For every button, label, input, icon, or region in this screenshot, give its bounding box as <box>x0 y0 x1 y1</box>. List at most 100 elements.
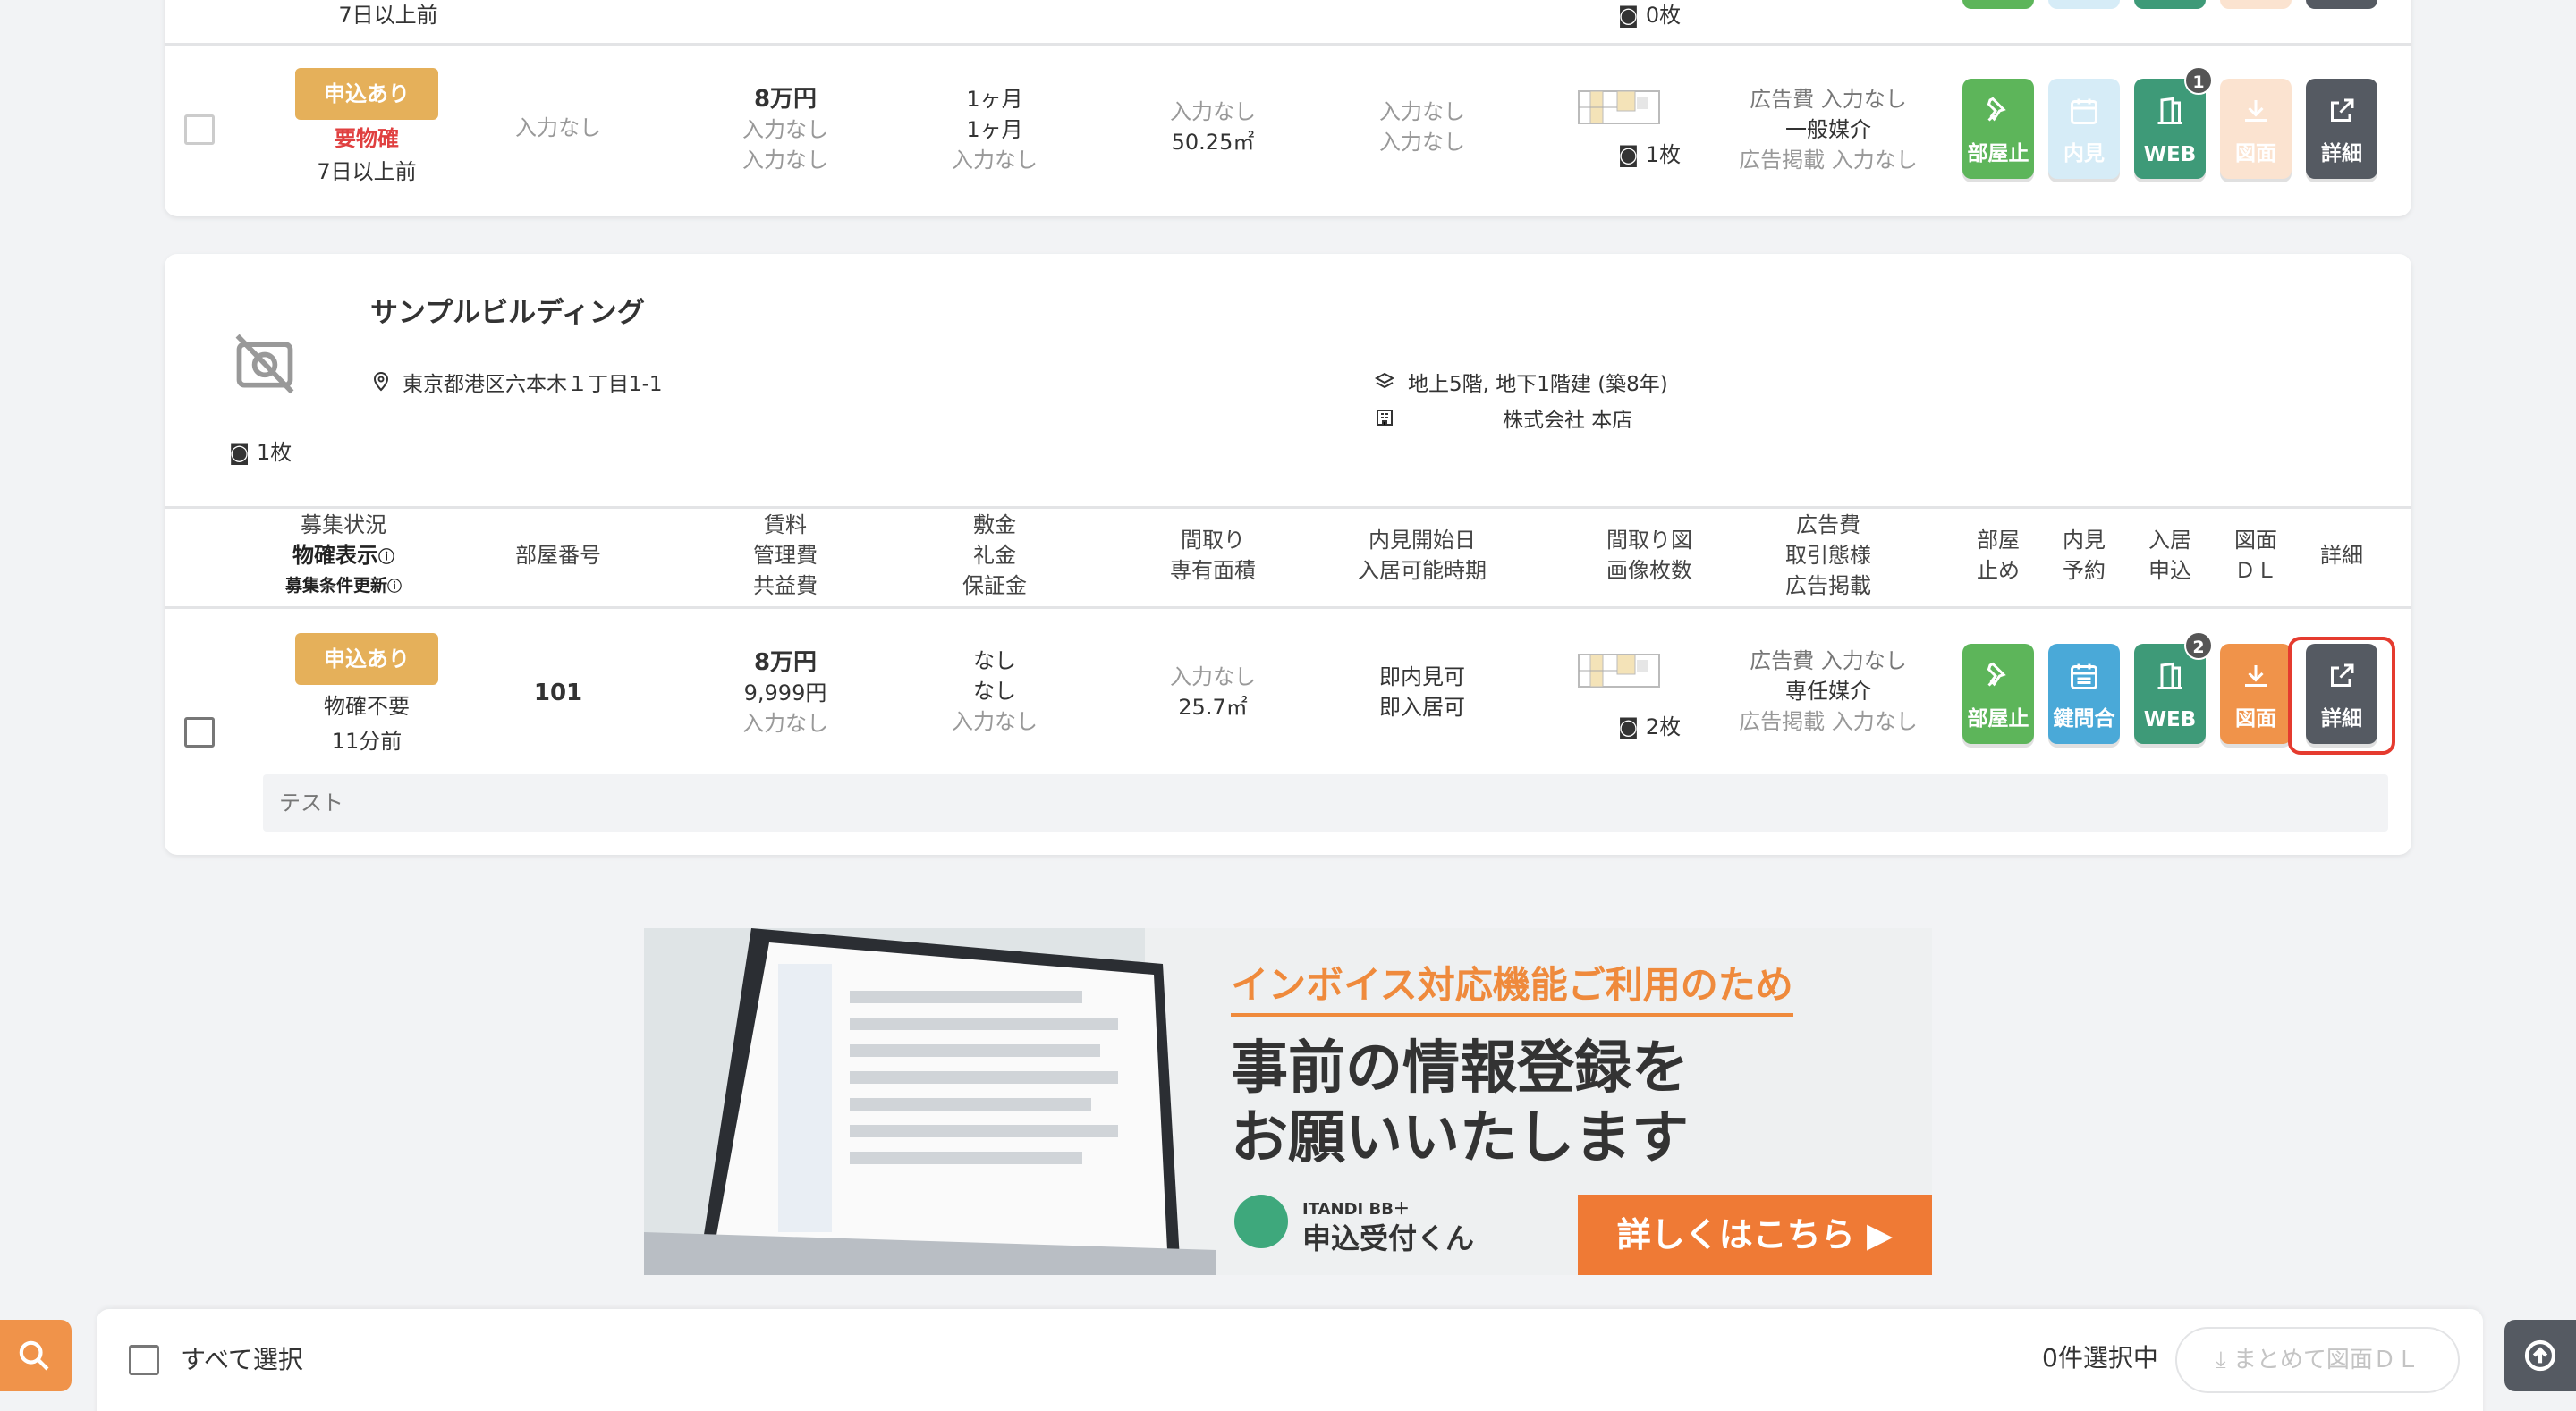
banner-brand: 申込受付くん <box>1302 1221 1475 1255</box>
search-button[interactable] <box>0 1320 72 1391</box>
header-view-reserve: 内見 予約 <box>2048 525 2120 586</box>
camera-icon: ◙ <box>1617 714 1640 739</box>
area-value: 25.7㎡ <box>1178 695 1248 720</box>
plan-label: 図面 <box>2235 707 2276 731</box>
partial-photo-count: ◙ 0枚 <box>1578 0 1721 30</box>
key-inquiry-button[interactable]: 鍵問合 <box>2048 644 2120 744</box>
status-badge: 申込あり <box>295 68 438 120</box>
viewing-reserve-button[interactable]: 内見 <box>2048 79 2120 179</box>
rent-value: 8万円 <box>753 649 818 676</box>
management-fee: 入力なし <box>742 117 828 142</box>
selected-count: 0件選択中 <box>2042 1343 2158 1373</box>
pin-icon <box>1987 97 2006 122</box>
room-note: テスト <box>263 774 2388 832</box>
invoice-banner[interactable]: インボイス対応機能ご利用のため 事前の情報登録を お願いいたします ITANDI… <box>644 928 1932 1275</box>
common-fee: 入力なし <box>742 148 828 173</box>
building-photo-count: ◙ 1枚 <box>229 435 292 466</box>
floor-plan-thumbnail[interactable] <box>1578 651 1660 690</box>
plan-download-button[interactable]: 図面 <box>2220 79 2292 179</box>
building-name[interactable]: サンプルビルディング <box>370 290 645 330</box>
viewing-cell: 入力なし 入力なし <box>1324 97 1521 157</box>
download-icon <box>2245 100 2267 122</box>
header-drawing: 図面 ＤＬ <box>2220 525 2292 586</box>
detail-highlight <box>2288 637 2395 755</box>
move-in: 入力なし <box>1379 130 1465 155</box>
table-header-divider <box>165 606 2411 609</box>
header-apply: 入居 申込 <box>2134 525 2206 586</box>
header-deposit-line2: 礼金 <box>973 543 1016 568</box>
header-status-line1: 募集状況 <box>301 512 386 537</box>
header-ad-line2: 取引態様 <box>1785 543 1871 568</box>
detail-button[interactable]: 詳細 <box>2306 79 2377 179</box>
header-status-line2[interactable]: 物確表示ⓘ <box>281 540 406 573</box>
web-apply-button[interactable]: WEB 1 <box>2134 66 2213 179</box>
partial-plan-button[interactable] <box>2220 0 2292 9</box>
header-update-label: 募集条件更新 <box>284 576 387 596</box>
rent-value: 8万円 <box>753 86 818 113</box>
viewing-cell: 即内見可 即入居可 <box>1324 662 1521 722</box>
camera-icon: ◙ <box>1617 142 1640 167</box>
header-deposit-line3: 保証金 <box>962 573 1027 598</box>
select-all-checkbox[interactable] <box>129 1345 159 1375</box>
floor-plan-thumbnail[interactable] <box>1578 88 1660 127</box>
header-drawing-line1: 図面 <box>2234 528 2277 553</box>
bulk-plan-download-button[interactable]: ⤓ まとめて図面ＤＬ <box>2175 1327 2460 1393</box>
bulk-download-label: まとめて図面ＤＬ <box>2233 1347 2419 1373</box>
web-label: WEB <box>2143 708 2197 731</box>
partial-detail-button[interactable] <box>2306 0 2377 9</box>
ad-fee: 広告費 入力なし <box>1750 648 1907 673</box>
header-divider <box>165 506 2411 509</box>
plan-download-button[interactable]: 図面 <box>2220 644 2292 744</box>
select-all-label[interactable]: すべて選択 <box>181 1341 303 1379</box>
row-checkbox[interactable] <box>184 114 215 145</box>
header-confirm-label: 物確表示 <box>292 543 378 568</box>
header-apply-line2: 申込 <box>2148 558 2191 583</box>
common-fee: 入力なし <box>742 711 828 736</box>
row-checkbox[interactable] <box>184 717 215 748</box>
guarantee-value: 入力なし <box>952 148 1038 173</box>
move-in: 即入居可 <box>1379 695 1465 720</box>
layout-value: 入力なし <box>1170 664 1256 689</box>
banner-cta-button[interactable]: 詳しくはこちら ▶ <box>1578 1195 1932 1275</box>
updated-time: 7日以上前 <box>317 159 417 184</box>
room-number: 101 <box>533 680 583 706</box>
building-address: 東京都港区六本木１丁目1-1 <box>370 367 663 397</box>
header-ad: 広告費 取引態様 広告掲載 <box>1712 510 1945 601</box>
partial-viewing-button[interactable] <box>2048 0 2120 9</box>
bottom-action-bar: すべて選択 0件選択中 <box>97 1309 2483 1411</box>
web-apply-button[interactable]: WEB 2 <box>2134 631 2213 744</box>
partial-stop-button[interactable] <box>1962 0 2034 9</box>
web-count-badge: 2 <box>2184 631 2213 660</box>
guarantee-value: 入力なし <box>952 709 1038 734</box>
search-icon <box>19 1340 49 1371</box>
ad-cell: 広告費 入力なし 一般媒介 広告掲載 入力なし <box>1712 84 1945 175</box>
partial-updated-text: 7日以上前 <box>338 3 438 28</box>
header-status-line3[interactable]: 募集条件更新ⓘ <box>281 573 406 599</box>
room-stop-button[interactable]: 部屋止 <box>1962 644 2034 744</box>
room-stop-button[interactable]: 部屋止 <box>1962 79 2034 179</box>
no-image-icon[interactable] <box>231 329 299 397</box>
updated-time: 11分前 <box>331 729 402 754</box>
photo-count-text: 2枚 <box>1645 714 1682 739</box>
key-inquiry-label: 鍵問合 <box>2053 707 2115 731</box>
header-deposit-line1: 敷金 <box>973 512 1016 537</box>
deposit-value: なし <box>973 648 1016 673</box>
header-rent-line2: 管理費 <box>753 543 818 568</box>
partial-web-button[interactable] <box>2134 0 2206 9</box>
listing-card-previous: 7日以上前 ◙ 0枚 申込あり 要物確 7日以上前 入力なし 8万円 入力なし … <box>165 0 2411 216</box>
header-rent: 賃料 管理費 共益費 <box>696 510 875 601</box>
layout-value: 入力なし <box>1170 99 1256 124</box>
external-link-icon <box>2331 98 2354 122</box>
header-stop-line2: 止め <box>1977 558 2020 583</box>
viewing-label: 内見 <box>2063 142 2105 165</box>
building-photo-count-text: 1枚 <box>256 440 292 465</box>
scroll-top-button[interactable] <box>2504 1320 2576 1391</box>
detail-label: 詳細 <box>2321 142 2362 165</box>
brokerage: 専任媒介 <box>1785 679 1871 704</box>
building-floors: 地上5階, 地下1階建 (築8年) <box>1374 367 1668 397</box>
header-viewing-line2: 入居可能時期 <box>1358 558 1487 583</box>
room-stop-label: 部屋止 <box>1967 142 2029 165</box>
header-layout: 間取り 専有面積 <box>1114 525 1311 586</box>
header-viewing-line1: 内見開始日 <box>1368 528 1476 553</box>
banner-headline: インボイス対応機能ご利用のため <box>1231 955 1793 1017</box>
